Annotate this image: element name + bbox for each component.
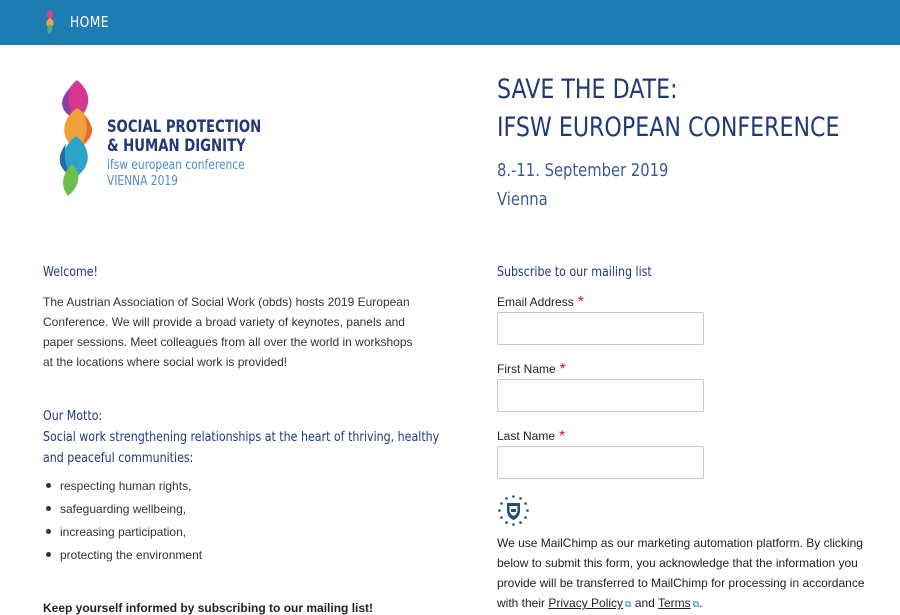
welcome-heading: Welcome! [43,265,98,280]
last-name-label: Last Name * [497,427,565,445]
bullet-icon [46,483,51,488]
bullet-icon [46,552,51,557]
motto-bullet-list: respecting human rights, safeguarding we… [43,474,202,566]
bullet-text: safeguarding wellbeing, [60,501,187,516]
first-name-label: First Name * [497,360,566,378]
welcome-paragraph: The Austrian Association of Social Work … [43,295,413,369]
required-marker: * [577,294,584,311]
event-city: Vienna [497,189,548,210]
hero-heading: SAVE THE DATE: IFSW EUROPEAN CONFERENCE [497,71,840,147]
hero-line2: IFSW EUROPEAN CONFERENCE [497,112,840,143]
bullet-text: respecting human rights, [60,478,192,493]
subscribe-heading: Subscribe to our mailing list [497,265,652,280]
brand-title-line1: SOCIAL PROTECTION [107,117,262,137]
motto-block: Our Motto: Social work strengthening rel… [43,406,439,469]
required-marker: * [559,428,566,445]
gdpr-badge-icon [498,495,529,526]
first-name-label-text: First Name [497,362,556,376]
brand-title-line2: & HUMAN DIGNITY [107,136,246,156]
bullet-icon [46,529,51,534]
keep-informed-text: Keep yourself informed by subscribing to… [43,601,374,615]
email-field[interactable] [497,312,704,345]
brand-subtitle-line1: ifsw european conference [107,158,245,173]
last-name-field[interactable] [497,446,704,479]
mailchimp-disclaimer: We use MailChimp as our marketing automa… [497,533,877,614]
first-name-field[interactable] [497,379,704,412]
terms-link[interactable]: Terms [658,596,691,610]
mailchimp-period: . [699,596,703,610]
brand-subtitle-line2: VIENNA 2019 [107,174,178,189]
motto-label: Our Motto: [43,409,103,424]
bullet-text: increasing participation, [60,524,187,539]
conference-emblem-icon [59,80,93,196]
mailchimp-and: and [631,596,658,610]
hero-line1: SAVE THE DATE: [497,74,678,105]
motto-line1: Social work strengthening relationships … [43,430,440,445]
bullet-text: protecting the environment [60,547,203,562]
bullet-icon [46,506,51,511]
conference-brand: SOCIAL PROTECTION & HUMAN DIGNITY ifsw e… [52,78,262,203]
conference-logo-icon[interactable] [42,9,58,35]
email-label: Email Address * [497,293,584,311]
top-nav-bar: HOME [0,0,900,45]
list-item: respecting human rights, [43,474,202,497]
event-date: 8.-11. September 2019 [497,160,669,181]
required-marker: * [559,361,566,378]
list-item: increasing participation, [43,520,202,543]
privacy-policy-link[interactable]: Privacy Policy [548,596,623,610]
list-item: safeguarding wellbeing, [43,497,202,520]
list-item: protecting the environment [43,543,202,566]
last-name-label-text: Last Name [497,429,556,443]
motto-line2: and peaceful communities: [43,451,194,466]
nav-home-link[interactable]: HOME [70,13,109,31]
email-label-text: Email Address [497,295,574,309]
